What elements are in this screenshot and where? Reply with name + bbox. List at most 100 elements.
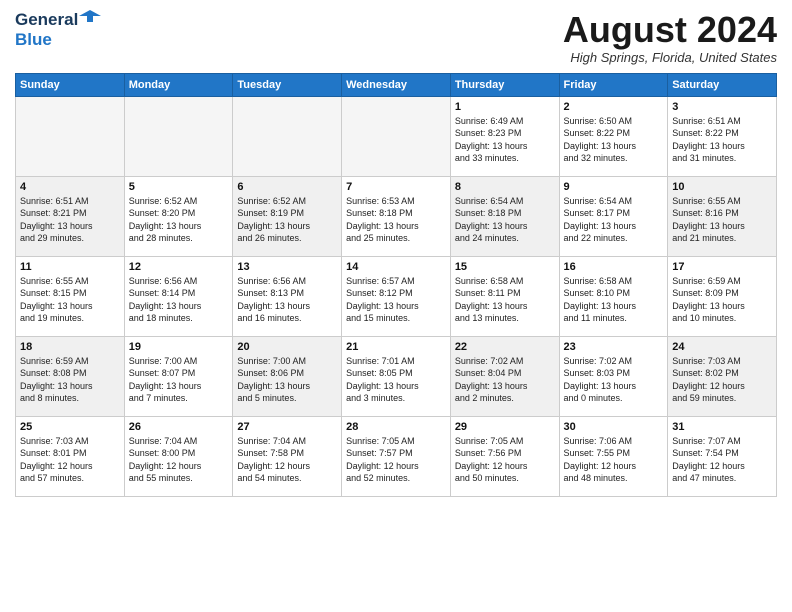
day-info: Sunrise: 6:54 AMSunset: 8:18 PMDaylight:… — [455, 195, 555, 245]
header: General Blue August 2024 High Springs, F… — [15, 10, 777, 65]
calendar-cell: 4Sunrise: 6:51 AMSunset: 8:21 PMDaylight… — [16, 176, 125, 256]
day-number: 2 — [564, 101, 664, 113]
calendar-cell: 5 Sunrise: 6:52 AMSunset: 8:20 PMDaylight… — [124, 176, 233, 256]
day-number: 30 — [564, 421, 664, 433]
calendar-cell: 3 Sunrise: 6:51 AMSunset: 8:22 PMDaylight… — [668, 96, 777, 176]
calendar-cell: 17 Sunrise: 6:59 AMSunset: 8:09 PMDayligh… — [668, 256, 777, 336]
day-info: Sunrise: 6:56 AMSunset: 8:14 PMDaylight:… — [129, 275, 229, 325]
day-number: 19 — [129, 341, 229, 353]
calendar-cell: 30 Sunrise: 7:06 AMSunset: 7:55 PMDayligh… — [559, 416, 668, 496]
day-info: Sunrise: 6:53 AMSunset: 8:18 PMDaylight:… — [346, 195, 446, 245]
weekday-header-monday: Monday — [124, 73, 233, 96]
day-info: Sunrise: 6:51 AMSunset: 8:21 PMDaylight:… — [20, 195, 120, 245]
weekday-header-friday: Friday — [559, 73, 668, 96]
calendar-cell: 13 Sunrise: 6:56 AMSunset: 8:13 PMDayligh… — [233, 256, 342, 336]
day-number: 9 — [564, 181, 664, 193]
calendar-cell — [124, 96, 233, 176]
day-number: 21 — [346, 341, 446, 353]
day-info: Sunrise: 7:02 AMSunset: 8:04 PMDaylight:… — [455, 355, 555, 405]
calendar-week-row: 11 Sunrise: 6:55 AMSunset: 8:15 PMDayligh… — [16, 256, 777, 336]
calendar-cell: 28 Sunrise: 7:05 AMSunset: 7:57 PMDayligh… — [342, 416, 451, 496]
day-info: Sunrise: 7:00 AMSunset: 8:07 PMDaylight:… — [129, 355, 229, 405]
day-number: 7 — [346, 181, 446, 193]
calendar-table: SundayMondayTuesdayWednesdayThursdayFrid… — [15, 73, 777, 497]
calendar-cell: 22 Sunrise: 7:02 AMSunset: 8:04 PMDayligh… — [450, 336, 559, 416]
day-number: 26 — [129, 421, 229, 433]
calendar-cell: 2 Sunrise: 6:50 AMSunset: 8:22 PMDaylight… — [559, 96, 668, 176]
calendar-cell: 27Sunrise: 7:04 AMSunset: 7:58 PMDayligh… — [233, 416, 342, 496]
day-info: Sunrise: 7:01 AMSunset: 8:05 PMDaylight:… — [346, 355, 446, 405]
day-info: Sunrise: 6:59 AMSunset: 8:08 PMDaylight:… — [20, 355, 120, 405]
logo-blue-text: Blue — [15, 30, 52, 50]
calendar-cell: 21 Sunrise: 7:01 AMSunset: 8:05 PMDayligh… — [342, 336, 451, 416]
day-number: 15 — [455, 261, 555, 273]
day-info: Sunrise: 6:49 AMSunset: 8:23 PMDaylight:… — [455, 115, 555, 165]
day-info: Sunrise: 7:06 AMSunset: 7:55 PMDaylight:… — [564, 435, 664, 485]
logo-general-text: General — [15, 10, 78, 30]
calendar-cell: 15 Sunrise: 6:58 AMSunset: 8:11 PMDayligh… — [450, 256, 559, 336]
calendar-cell: 29 Sunrise: 7:05 AMSunset: 7:56 PMDayligh… — [450, 416, 559, 496]
day-number: 31 — [672, 421, 772, 433]
logo-bird-icon — [79, 8, 101, 30]
calendar-cell — [16, 96, 125, 176]
day-number: 20 — [237, 341, 337, 353]
calendar-cell: 6Sunrise: 6:52 AMSunset: 8:19 PMDaylight… — [233, 176, 342, 256]
day-info: Sunrise: 6:58 AMSunset: 8:11 PMDaylight:… — [455, 275, 555, 325]
day-info: Sunrise: 7:04 AMSunset: 8:00 PMDaylight:… — [129, 435, 229, 485]
calendar-cell: 10 Sunrise: 6:55 AMSunset: 8:16 PMDayligh… — [668, 176, 777, 256]
calendar-cell: 12 Sunrise: 6:56 AMSunset: 8:14 PMDayligh… — [124, 256, 233, 336]
calendar-week-row: 25Sunrise: 7:03 AMSunset: 8:01 PMDayligh… — [16, 416, 777, 496]
title-block: August 2024 High Springs, Florida, Unite… — [563, 10, 777, 65]
calendar-week-row: 18Sunrise: 6:59 AMSunset: 8:08 PMDayligh… — [16, 336, 777, 416]
day-info: Sunrise: 7:02 AMSunset: 8:03 PMDaylight:… — [564, 355, 664, 405]
calendar-cell: 26 Sunrise: 7:04 AMSunset: 8:00 PMDayligh… — [124, 416, 233, 496]
weekday-header-thursday: Thursday — [450, 73, 559, 96]
month-title: August 2024 — [563, 10, 777, 50]
calendar-cell: 18Sunrise: 6:59 AMSunset: 8:08 PMDayligh… — [16, 336, 125, 416]
calendar-cell: 24 Sunrise: 7:03 AMSunset: 8:02 PMDayligh… — [668, 336, 777, 416]
day-number: 5 — [129, 181, 229, 193]
day-info: Sunrise: 6:54 AMSunset: 8:17 PMDaylight:… — [564, 195, 664, 245]
calendar-cell: 25Sunrise: 7:03 AMSunset: 8:01 PMDayligh… — [16, 416, 125, 496]
day-number: 27 — [237, 421, 337, 433]
day-number: 1 — [455, 101, 555, 113]
day-number: 12 — [129, 261, 229, 273]
calendar-cell — [342, 96, 451, 176]
day-info: Sunrise: 6:55 AMSunset: 8:15 PMDaylight:… — [20, 275, 120, 325]
day-number: 17 — [672, 261, 772, 273]
day-info: Sunrise: 6:56 AMSunset: 8:13 PMDaylight:… — [237, 275, 337, 325]
day-info: Sunrise: 6:59 AMSunset: 8:09 PMDaylight:… — [672, 275, 772, 325]
day-info: Sunrise: 7:05 AMSunset: 7:57 PMDaylight:… — [346, 435, 446, 485]
day-number: 28 — [346, 421, 446, 433]
day-number: 22 — [455, 341, 555, 353]
calendar-cell: 14Sunrise: 6:57 AMSunset: 8:12 PMDayligh… — [342, 256, 451, 336]
calendar-cell: 1 Sunrise: 6:49 AMSunset: 8:23 PMDaylight… — [450, 96, 559, 176]
day-info: Sunrise: 7:03 AMSunset: 8:02 PMDaylight:… — [672, 355, 772, 405]
day-info: Sunrise: 6:50 AMSunset: 8:22 PMDaylight:… — [564, 115, 664, 165]
weekday-header-sunday: Sunday — [16, 73, 125, 96]
day-number: 11 — [20, 261, 120, 273]
calendar-cell: 8 Sunrise: 6:54 AMSunset: 8:18 PMDaylight… — [450, 176, 559, 256]
day-number: 8 — [455, 181, 555, 193]
day-number: 3 — [672, 101, 772, 113]
weekday-header-saturday: Saturday — [668, 73, 777, 96]
day-info: Sunrise: 6:52 AMSunset: 8:19 PMDaylight:… — [237, 195, 337, 245]
day-number: 29 — [455, 421, 555, 433]
day-number: 13 — [237, 261, 337, 273]
day-info: Sunrise: 6:51 AMSunset: 8:22 PMDaylight:… — [672, 115, 772, 165]
day-number: 10 — [672, 181, 772, 193]
day-number: 16 — [564, 261, 664, 273]
day-info: Sunrise: 6:55 AMSunset: 8:16 PMDaylight:… — [672, 195, 772, 245]
weekday-header-tuesday: Tuesday — [233, 73, 342, 96]
day-info: Sunrise: 7:05 AMSunset: 7:56 PMDaylight:… — [455, 435, 555, 485]
location-text: High Springs, Florida, United States — [563, 50, 777, 65]
calendar-cell: 31Sunrise: 7:07 AMSunset: 7:54 PMDayligh… — [668, 416, 777, 496]
day-info: Sunrise: 7:00 AMSunset: 8:06 PMDaylight:… — [237, 355, 337, 405]
calendar-header-row: SundayMondayTuesdayWednesdayThursdayFrid… — [16, 73, 777, 96]
calendar-week-row: 1 Sunrise: 6:49 AMSunset: 8:23 PMDaylight… — [16, 96, 777, 176]
day-number: 23 — [564, 341, 664, 353]
calendar-week-row: 4Sunrise: 6:51 AMSunset: 8:21 PMDaylight… — [16, 176, 777, 256]
day-number: 25 — [20, 421, 120, 433]
day-number: 24 — [672, 341, 772, 353]
day-info: Sunrise: 6:52 AMSunset: 8:20 PMDaylight:… — [129, 195, 229, 245]
